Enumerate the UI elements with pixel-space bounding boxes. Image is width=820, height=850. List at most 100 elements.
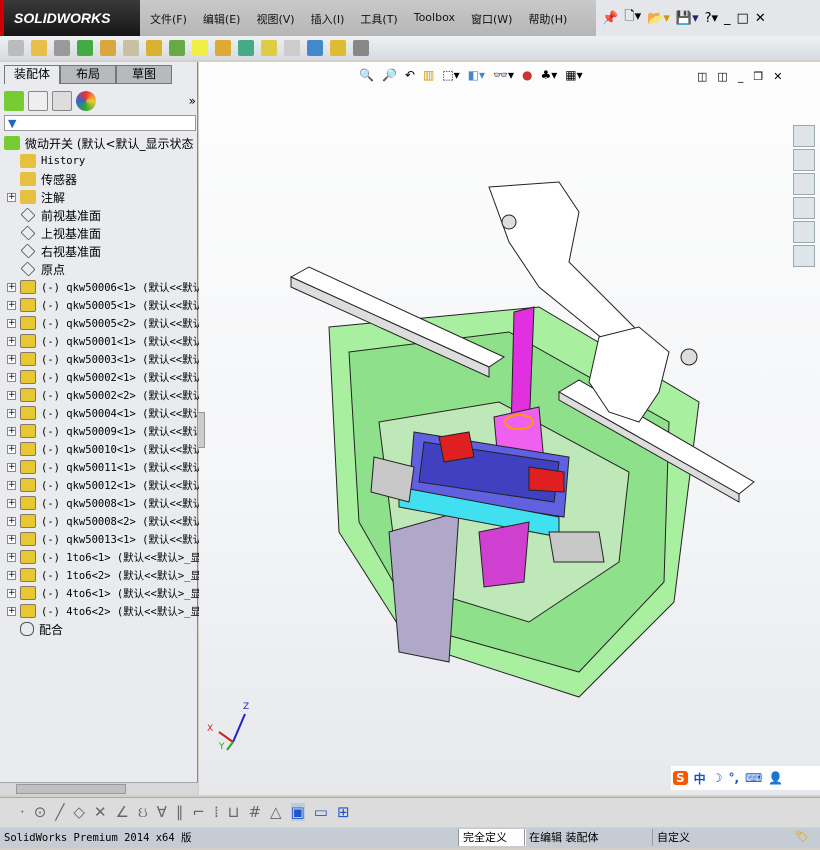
component-row[interactable]: + (-) qkw50004<1> (默认<<默认 [0,404,203,422]
four-view-icon[interactable]: ⊞ [337,803,350,821]
insert-component-icon[interactable] [8,40,24,56]
tangent-icon[interactable]: ઇ [138,803,148,821]
point-icon[interactable]: · [20,803,25,821]
3d-box-icon[interactable]: ▣ [290,803,305,821]
explode-line-sketch-icon[interactable] [284,40,300,56]
component-row[interactable]: + (-) qkw50008<2> (默认<<默认 [0,512,203,530]
custom-properties-icon[interactable] [793,245,815,267]
tree-root[interactable]: 微动开关 (默认<默认_显示状态 [0,134,194,152]
expand-icon[interactable]: + [7,570,16,580]
triangle-icon[interactable]: △ [270,803,282,821]
component-row[interactable]: + (-) qkw50011<1> (默认<<默认 [0,458,203,476]
configurationmanager-icon[interactable] [52,91,72,111]
tree-item[interactable]: 原点 [0,260,65,278]
expand-icon[interactable]: + [7,498,16,508]
component-row[interactable]: + (-) qkw50001<1> (默认<<默认 [0,332,203,350]
line-icon[interactable]: ╱ [55,803,64,821]
user-icon[interactable]: 👤 [768,771,783,785]
minimize-button[interactable]: _ [724,11,731,26]
show-hidden-icon[interactable] [146,40,162,56]
component-row[interactable]: + (-) qkw50009<1> (默认<<默认 [0,422,203,440]
component-row[interactable]: + (-) 4to6<2> (默认<<默认>_显 [0,602,201,620]
exploded-view-icon[interactable] [261,40,277,56]
expand-icon[interactable]: + [7,534,16,544]
component-row[interactable]: + (-) qkw50010<1> (默认<<默认 [0,440,203,458]
expand-chevron-icon[interactable]: » [189,94,196,108]
move-component-icon[interactable] [123,40,139,56]
trim-icon[interactable]: ✕ [94,803,107,821]
menu-window[interactable]: 窗口(W) [471,11,512,27]
tab-layout[interactable]: 布局 [60,65,116,84]
expand-icon[interactable]: + [7,588,16,598]
ime-chinese-mode[interactable]: 中 [694,770,706,787]
menu-toolbox[interactable]: Toolbox [414,11,455,27]
new-part-icon[interactable] [31,40,47,56]
expand-icon[interactable]: + [7,606,16,616]
expand-icon[interactable]: + [7,552,16,562]
expand-icon[interactable]: + [7,516,16,526]
component-row[interactable]: + (-) qkw50005<2> (默认<<默认 [0,314,203,332]
tree-item[interactable]: 右视基准面 [0,242,101,260]
expand-icon[interactable]: + [7,282,16,292]
view-palette-icon[interactable] [793,197,815,219]
rebuild-tag-icon[interactable]: 🏷 [795,830,809,843]
tree-item[interactable]: 上视基准面 [0,224,101,242]
expand-icon[interactable]: + [7,372,16,382]
clearance-verification-icon[interactable] [330,40,346,56]
displaymanager-icon[interactable] [76,91,96,111]
component-row[interactable]: + (-) 1to6<2> (默认<<默认>_显 [0,566,201,584]
component-row[interactable]: + (-) qkw50006<1> (默认<<默认 [0,278,203,296]
graphics-viewport[interactable]: 🔍 🔎 ↶ ▥ ⬚▾ ◧▾ 👓▾ ● ♣▾ ▦▾ ◫ ◫ _ ❐ ✕ Z X Y… [199,62,820,795]
switch-assembly-model[interactable] [199,62,820,795]
mate-icon[interactable] [54,40,70,56]
ime-toolbar[interactable]: S 中 ☽ °, ⌨ 👤 [671,766,820,790]
expand-icon[interactable]: + [7,390,16,400]
angle-icon[interactable]: ∠ [116,803,129,821]
new-document-icon[interactable]: 🗋▾ [624,7,641,29]
linear-pattern-icon[interactable] [77,40,93,56]
assembly-features-icon[interactable] [169,40,185,56]
polygon-icon[interactable]: ◇ [73,803,85,821]
pin-icon[interactable]: 📌 [602,11,618,26]
menu-edit[interactable]: 编辑(E) [203,11,241,27]
menu-view[interactable]: 视图(V) [256,11,294,27]
grid-icon[interactable]: # [248,803,261,821]
new-motion-study-icon[interactable] [215,40,231,56]
dimension-icon[interactable]: ⊔ [228,803,240,821]
component-row[interactable]: + (-) 1to6<1> (默认<<默认>_显 [0,548,201,566]
mates-folder[interactable]: 配合 [0,620,63,638]
panel-collapse-handle[interactable] [197,412,205,448]
tree-item[interactable]: History [0,152,85,170]
bill-of-materials-icon[interactable] [238,40,254,56]
status-units[interactable]: 自定义 [652,829,722,846]
instant3d-icon[interactable] [353,40,369,56]
expand-icon[interactable]: + [7,318,16,328]
help-icon[interactable]: ?▾ [705,11,718,26]
file-explorer-icon[interactable] [793,173,815,195]
tree-item[interactable]: 传感器 [0,170,77,188]
smart-fasteners-icon[interactable] [100,40,116,56]
tree-item[interactable]: + 注解 [0,188,65,206]
mirror-icon[interactable]: ∀ [157,803,167,821]
component-row[interactable]: + (-) 4to6<1> (默认<<默认>_显 [0,584,201,602]
design-library-icon[interactable] [793,149,815,171]
menu-insert[interactable]: 插入(I) [311,11,345,27]
halfwidth-icon[interactable]: ☽ [712,771,723,785]
tab-sketch[interactable]: 草图 [116,65,172,84]
expand-icon[interactable]: + [7,426,16,436]
menu-tools[interactable]: 工具(T) [360,11,397,27]
filter-input[interactable]: ▼ [4,115,196,131]
component-row[interactable]: + (-) qkw50008<1> (默认<<默认 [0,494,203,512]
tab-assembly[interactable]: 装配体 [4,65,60,84]
menu-help[interactable]: 帮助(H) [528,11,567,27]
punctuation-icon[interactable]: °, [728,771,739,785]
propertymanager-icon[interactable] [28,91,48,111]
expand-icon[interactable]: + [7,444,16,454]
parallel-icon[interactable]: ∥ [176,803,184,821]
construction-icon[interactable]: ⁞ [214,803,219,821]
component-row[interactable]: + (-) qkw50002<1> (默认<<默认 [0,368,203,386]
component-row[interactable]: + (-) qkw50005<1> (默认<<默认 [0,296,203,314]
save-icon[interactable]: 💾▾ [676,11,699,26]
scrollbar-thumb[interactable] [16,784,126,794]
expand-icon[interactable]: + [7,192,16,202]
